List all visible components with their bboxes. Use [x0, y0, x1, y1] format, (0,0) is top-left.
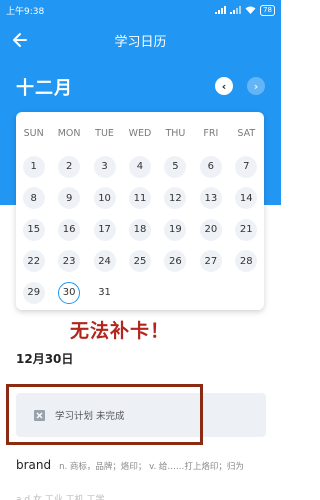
day-number: 1 [22, 155, 45, 178]
day-cell[interactable]: 24 [87, 246, 122, 278]
day-number: 4 [128, 155, 151, 178]
day-cell[interactable]: 5 [158, 151, 193, 183]
day-cell[interactable]: 29 [16, 277, 51, 309]
day-cell[interactable]: 22 [16, 246, 51, 278]
weekday-label: WED [128, 128, 152, 139]
word-item[interactable]: brand n. 商标，品牌；烙印； v. 给……打上烙印；归为 [16, 458, 276, 472]
day-number: 12 [164, 187, 187, 210]
month-label: 十二月 [16, 78, 73, 99]
wifi-icon [245, 6, 256, 14]
weekday-header: SUN MON TUE WED THU FRI SAT [16, 128, 264, 139]
day-number: 31 [98, 287, 111, 299]
annotation-text: 无法补卡！ [70, 320, 171, 342]
day-cell[interactable]: 20 [193, 214, 228, 246]
day-number: 27 [199, 250, 222, 273]
day-cell[interactable]: 18 [122, 214, 157, 246]
day-cell[interactable]: 7 [229, 151, 264, 183]
weekday-label: SUN [23, 128, 44, 139]
day-number: 29 [22, 281, 45, 304]
day-number: 11 [128, 187, 151, 210]
day-cell[interactable]: 4 [122, 151, 157, 183]
day-cell[interactable]: 12 [158, 183, 193, 215]
day-cell[interactable]: 28 [229, 246, 264, 278]
day-number: 9 [58, 187, 81, 210]
weekday-label: SAT [237, 128, 256, 139]
signal-icon-2 [230, 6, 242, 14]
selected-date-heading: 12月30日 [16, 352, 74, 366]
day-number: 3 [93, 155, 116, 178]
word-item-partial: a d 女 工业 工机 工学 [16, 495, 105, 500]
day-cell[interactable]: 15 [16, 214, 51, 246]
day-cell[interactable]: 16 [51, 214, 86, 246]
day-grid: 1 2 3 4 5 6 7 8 9 10 11 12 13 14 15 16 1… [16, 151, 264, 309]
day-cell[interactable]: 13 [193, 183, 228, 215]
prev-month-button[interactable]: ‹ [215, 77, 233, 95]
next-month-button[interactable]: › [247, 77, 265, 95]
day-number: 5 [164, 155, 187, 178]
status-time: 上午9:38 [6, 6, 45, 17]
day-cell[interactable]: 8 [16, 183, 51, 215]
day-cell[interactable]: 9 [51, 183, 86, 215]
day-cell[interactable]: 14 [229, 183, 264, 215]
chevron-left-icon: ‹ [221, 79, 227, 93]
day-number: 17 [93, 218, 116, 241]
day-number: 13 [199, 187, 222, 210]
day-cell[interactable]: 21 [229, 214, 264, 246]
day-number: 22 [22, 250, 45, 273]
status-icons: 78 [215, 4, 275, 16]
calendar-card: SUN MON TUE WED THU FRI SAT 1 2 3 4 5 6 … [16, 112, 264, 310]
day-cell[interactable]: 27 [193, 246, 228, 278]
day-number: 8 [22, 187, 45, 210]
day-cell[interactable]: 10 [87, 183, 122, 215]
back-arrow-icon[interactable] [10, 30, 30, 50]
day-cell[interactable]: 3 [87, 151, 122, 183]
day-number: 16 [58, 218, 81, 241]
signal-icon [215, 6, 227, 14]
day-cell[interactable]: 17 [87, 214, 122, 246]
weekday-label: TUE [95, 128, 114, 139]
day-number: 21 [235, 218, 258, 241]
day-cell[interactable]: 25 [122, 246, 157, 278]
day-number: 15 [22, 218, 45, 241]
month-header: 十二月 ‹ › [0, 72, 281, 102]
day-number: 28 [235, 250, 258, 273]
day-number: 24 [93, 250, 116, 273]
annotation-frame [6, 384, 203, 445]
day-cell[interactable]: 26 [158, 246, 193, 278]
day-number: 30 [58, 281, 81, 304]
chevron-right-icon: › [253, 79, 259, 93]
day-cell[interactable]: 2 [51, 151, 86, 183]
day-number: 14 [235, 187, 258, 210]
day-cell[interactable]: 11 [122, 183, 157, 215]
app-bar: 学习日历 [0, 22, 281, 58]
weekday-label: FRI [203, 128, 219, 139]
battery-icon: 78 [260, 4, 275, 16]
day-number: 18 [128, 218, 151, 241]
day-cell[interactable]: 31 [87, 277, 122, 309]
day-number: 25 [128, 250, 151, 273]
day-number: 26 [164, 250, 187, 273]
day-number: 7 [235, 155, 258, 178]
word-text: brand [16, 458, 52, 472]
status-bar: 上午9:38 78 [0, 0, 281, 20]
day-number: 6 [199, 155, 222, 178]
day-cell[interactable]: 1 [16, 151, 51, 183]
day-number: 20 [199, 218, 222, 241]
day-number: 2 [58, 155, 81, 178]
day-number: 23 [58, 250, 81, 273]
day-number: 19 [164, 218, 187, 241]
word-meaning: n. 商标，品牌；烙印； v. 给……打上烙印；归为 [59, 462, 244, 472]
day-cell-selected[interactable]: 30 [51, 277, 86, 309]
day-cell[interactable]: 23 [51, 246, 86, 278]
day-number: 10 [93, 187, 116, 210]
weekday-label: MON [57, 128, 81, 139]
weekday-label: THU [165, 128, 186, 139]
day-cell[interactable]: 19 [158, 214, 193, 246]
day-cell[interactable]: 6 [193, 151, 228, 183]
page-title: 学习日历 [114, 34, 167, 50]
